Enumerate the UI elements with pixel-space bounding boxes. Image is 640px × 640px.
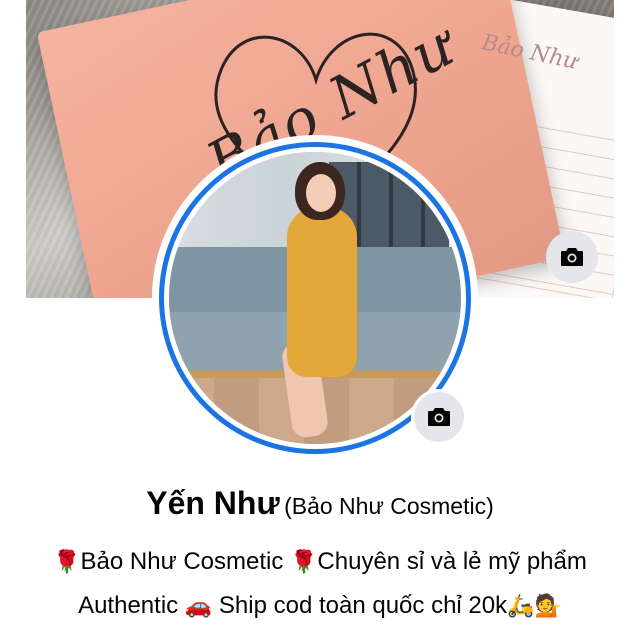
camera-icon <box>428 408 450 426</box>
profile-name-block: Yến Như (Bảo Như Cosmetic) <box>0 485 640 522</box>
bio-line-1: 🌹Bảo Như Cosmetic 🌹Chuyên sỉ và lẻ mỹ ph… <box>20 540 620 584</box>
bio-text-authentic: Authentic <box>78 592 179 619</box>
profile-name: Yến Như <box>146 485 280 521</box>
car-emoji: 🚗 <box>184 593 213 618</box>
edit-cover-photo-button[interactable] <box>546 231 598 283</box>
bio-line-2: Authentic 🚗 Ship cod toàn quốc chỉ 20k🛵💁 <box>20 584 620 628</box>
person-tipping-hand-emoji: 💁 <box>534 593 562 618</box>
bio-text-brand: Bảo Như Cosmetic <box>80 548 284 575</box>
profile-alternate-name: (Bảo Như Cosmetic) <box>284 493 494 519</box>
rose-emoji: 🌹 <box>290 549 318 574</box>
rose-emoji: 🌹 <box>53 549 81 574</box>
profile-bio: 🌹Bảo Như Cosmetic 🌹Chuyên sỉ và lẻ mỹ ph… <box>20 540 620 628</box>
bio-text-description: Chuyên sỉ và lẻ mỹ phẩm <box>317 548 587 575</box>
bio-text-shipping: Ship cod toàn quốc chỉ 20k <box>218 592 508 619</box>
scooter-emoji: 🛵 <box>507 593 535 618</box>
camera-icon <box>561 248 583 266</box>
edit-profile-picture-button[interactable] <box>411 389 467 445</box>
